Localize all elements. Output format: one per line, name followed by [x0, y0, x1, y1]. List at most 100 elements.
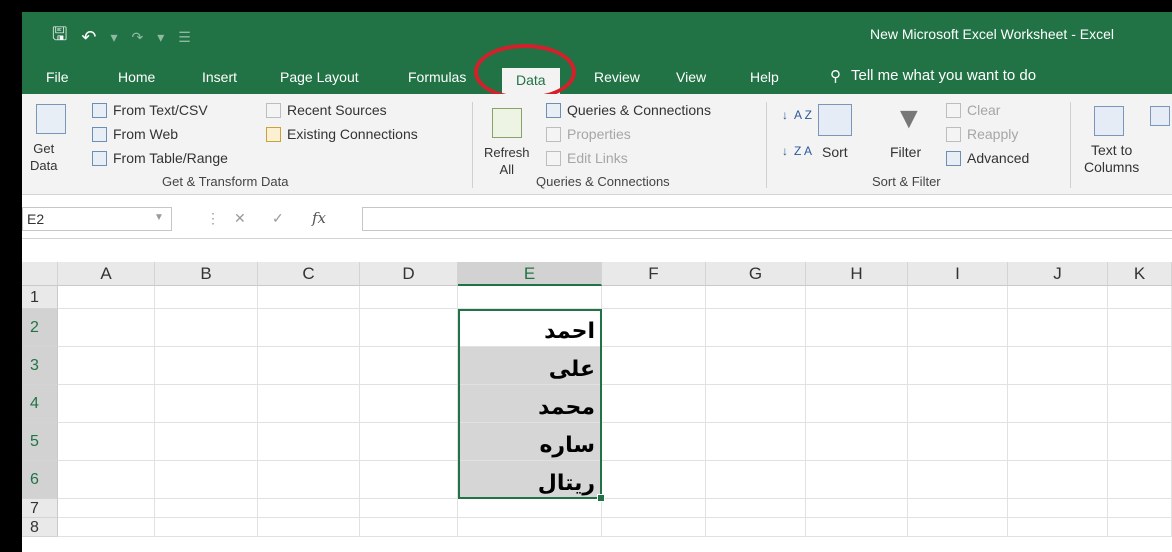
- cell-h1[interactable]: [806, 286, 908, 309]
- cell-g5[interactable]: [706, 423, 806, 461]
- sort-button[interactable]: Sort: [822, 144, 848, 160]
- cell-b2[interactable]: [155, 309, 258, 347]
- tab-view[interactable]: View: [676, 69, 706, 85]
- cell-i2[interactable]: [908, 309, 1008, 347]
- cell-d8[interactable]: [360, 518, 458, 537]
- cell-k8[interactable]: [1108, 518, 1172, 537]
- tab-page-layout[interactable]: Page Layout: [280, 69, 359, 85]
- cell-f1[interactable]: [602, 286, 706, 309]
- redo-dropdown-icon[interactable]: ▾: [157, 29, 164, 46]
- cell-d1[interactable]: [360, 286, 458, 309]
- column-header-a[interactable]: A: [58, 262, 155, 286]
- cell-g1[interactable]: [706, 286, 806, 309]
- cell-j2[interactable]: [1008, 309, 1108, 347]
- from-text-csv-button[interactable]: From Text/CSV: [92, 102, 208, 118]
- cell-j8[interactable]: [1008, 518, 1108, 537]
- cell-k2[interactable]: [1108, 309, 1172, 347]
- cell-i6[interactable]: [908, 461, 1008, 499]
- text-to-columns-button[interactable]: Text to Columns: [1084, 142, 1139, 176]
- cell-k7[interactable]: [1108, 499, 1172, 518]
- cell-e1[interactable]: [458, 286, 602, 309]
- cell-g8[interactable]: [706, 518, 806, 537]
- column-header-k[interactable]: K: [1108, 262, 1172, 286]
- cell-f8[interactable]: [602, 518, 706, 537]
- cell-c6[interactable]: [258, 461, 360, 499]
- cell-j3[interactable]: [1008, 347, 1108, 385]
- undo-dropdown-icon[interactable]: ▾: [110, 29, 117, 46]
- cell-a5[interactable]: [58, 423, 155, 461]
- undo-icon[interactable]: ↶: [81, 27, 96, 48]
- cell-a7[interactable]: [58, 499, 155, 518]
- cell-g6[interactable]: [706, 461, 806, 499]
- reapply-button[interactable]: Reapply: [946, 126, 1018, 142]
- cell-h6[interactable]: [806, 461, 908, 499]
- cell-b7[interactable]: [155, 499, 258, 518]
- column-header-h[interactable]: H: [806, 262, 908, 286]
- row-header-5[interactable]: 5: [22, 423, 58, 461]
- cell-k1[interactable]: [1108, 286, 1172, 309]
- refresh-all-button[interactable]: Refresh All: [484, 144, 530, 178]
- cell-i1[interactable]: [908, 286, 1008, 309]
- formula-input[interactable]: [362, 207, 1172, 231]
- cell-i3[interactable]: [908, 347, 1008, 385]
- cell-a8[interactable]: [58, 518, 155, 537]
- fill-handle[interactable]: [597, 494, 605, 502]
- cell-e6[interactable]: ريتال: [458, 461, 602, 499]
- cell-b8[interactable]: [155, 518, 258, 537]
- cell-i5[interactable]: [908, 423, 1008, 461]
- edit-links-button[interactable]: Edit Links: [546, 150, 628, 166]
- cell-e8[interactable]: [458, 518, 602, 537]
- cell-g3[interactable]: [706, 347, 806, 385]
- cell-e2[interactable]: احمد: [458, 309, 602, 347]
- tab-insert[interactable]: Insert: [202, 69, 237, 85]
- cell-a1[interactable]: [58, 286, 155, 309]
- cell-k5[interactable]: [1108, 423, 1172, 461]
- cell-c2[interactable]: [258, 309, 360, 347]
- cell-d2[interactable]: [360, 309, 458, 347]
- sort-z-a-button[interactable]: ↓ Z A: [782, 144, 812, 158]
- cell-b4[interactable]: [155, 385, 258, 423]
- name-box[interactable]: E2: [22, 207, 172, 231]
- column-header-c[interactable]: C: [258, 262, 360, 286]
- advanced-button[interactable]: Advanced: [946, 150, 1029, 166]
- cell-j1[interactable]: [1008, 286, 1108, 309]
- column-header-b[interactable]: B: [155, 262, 258, 286]
- row-header-2[interactable]: 2: [22, 309, 58, 347]
- sort-a-z-button[interactable]: ↓ A Z: [782, 108, 812, 122]
- properties-button[interactable]: Properties: [546, 126, 631, 142]
- tell-me-box[interactable]: ⚲ Tell me what you want to do: [830, 67, 1036, 85]
- cell-k3[interactable]: [1108, 347, 1172, 385]
- row-header-4[interactable]: 4: [22, 385, 58, 423]
- tab-review[interactable]: Review: [594, 69, 640, 85]
- column-header-i[interactable]: I: [908, 262, 1008, 286]
- cell-e3[interactable]: على: [458, 347, 602, 385]
- column-header-g[interactable]: G: [706, 262, 806, 286]
- clear-button[interactable]: Clear: [946, 102, 1000, 118]
- redo-icon[interactable]: ↷: [131, 29, 143, 46]
- cell-i4[interactable]: [908, 385, 1008, 423]
- cell-b6[interactable]: [155, 461, 258, 499]
- cell-i8[interactable]: [908, 518, 1008, 537]
- row-header-3[interactable]: 3: [22, 347, 58, 385]
- cell-j5[interactable]: [1008, 423, 1108, 461]
- tab-formulas[interactable]: Formulas: [408, 69, 466, 85]
- cell-f3[interactable]: [602, 347, 706, 385]
- recent-sources-button[interactable]: Recent Sources: [266, 102, 387, 118]
- cell-c3[interactable]: [258, 347, 360, 385]
- cell-e7[interactable]: [458, 499, 602, 518]
- tab-data[interactable]: Data: [502, 68, 560, 94]
- row-header-8[interactable]: 8: [22, 518, 58, 537]
- cell-f4[interactable]: [602, 385, 706, 423]
- queries-connections-button[interactable]: Queries & Connections: [546, 102, 711, 118]
- cell-f7[interactable]: [602, 499, 706, 518]
- from-table-range-button[interactable]: From Table/Range: [92, 150, 228, 166]
- tab-home[interactable]: Home: [118, 69, 155, 85]
- cell-h2[interactable]: [806, 309, 908, 347]
- cell-i7[interactable]: [908, 499, 1008, 518]
- existing-connections-button[interactable]: Existing Connections: [266, 126, 418, 142]
- tab-file[interactable]: File: [46, 69, 69, 85]
- cell-b3[interactable]: [155, 347, 258, 385]
- cell-j4[interactable]: [1008, 385, 1108, 423]
- cell-c5[interactable]: [258, 423, 360, 461]
- cell-a6[interactable]: [58, 461, 155, 499]
